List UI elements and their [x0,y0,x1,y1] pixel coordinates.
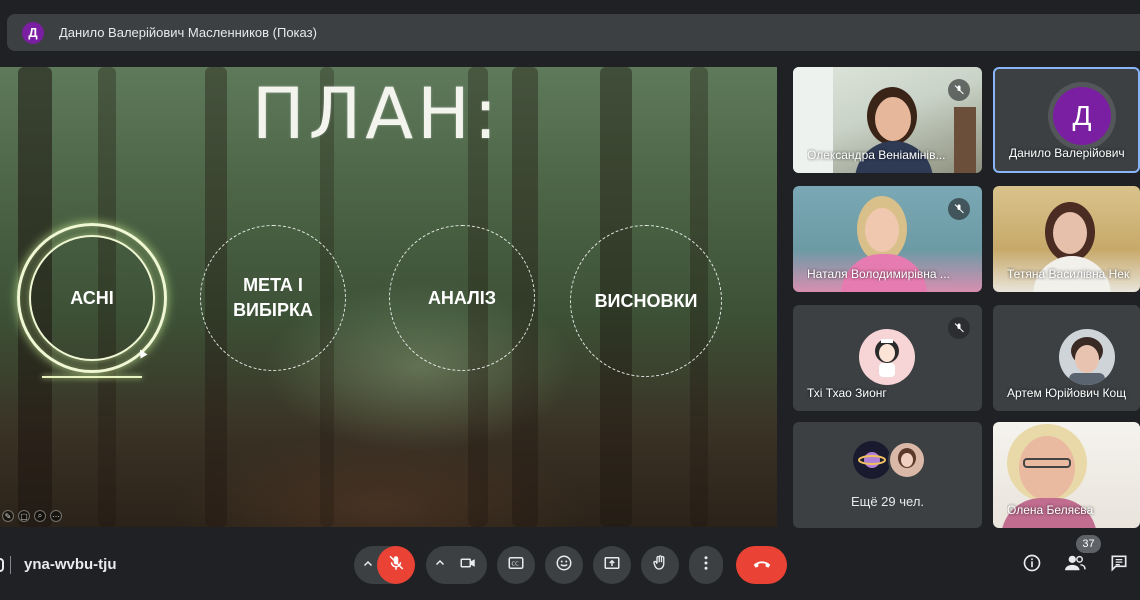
more-vert-icon [697,554,715,577]
svg-text:CC: CC [512,561,520,567]
presenter-avatar: Д [22,21,44,44]
chat-icon [1109,553,1129,578]
participant-name: Олександра Веніамінів... [807,148,946,162]
captions-icon: CC [507,554,525,577]
mic-off-icon [948,79,970,101]
chevron-up-icon [362,558,374,573]
presenter-banner: Д Данило Валерійович Масленников (Показ) [7,14,1140,51]
active-underline [42,376,142,378]
participant-name: Олена Беляєва [1007,503,1094,517]
participant-name: Тхі Тхао Зионг [807,386,887,400]
hand-icon [651,554,669,577]
raise-hand-button[interactable] [641,546,679,584]
mic-off-icon [387,554,405,577]
emoji-icon [555,554,573,577]
participant-avatar [859,329,915,385]
divider [10,556,11,574]
mic-toggle-button[interactable] [377,546,415,584]
participant-name: Тетяна Василівна Нек [1007,267,1130,281]
meeting-info-button[interactable] [1013,546,1051,584]
meeting-code: yna-wvbu-tju [24,556,117,573]
participant-avatar [853,441,891,479]
meeting-details-icon [0,558,4,572]
present-screen-button[interactable] [593,546,631,584]
camera-toggle-button[interactable] [449,546,487,584]
presenter-title: Данило Валерійович Масленников (Показ) [59,25,317,40]
participant-name: Артем Юрійович Кощ [1007,386,1127,400]
participant-tile[interactable]: Тетяна Василівна Нек [993,186,1140,292]
participant-name: Наталя Володимирівна ... [807,267,950,281]
plan-item-label: МЕТА І ВИБІРКА [233,275,313,320]
slide-title: ПЛАН: [252,73,502,155]
more-options-button[interactable] [689,546,723,584]
zoom-icon[interactable]: ⌕ [34,510,46,522]
mic-off-icon [948,317,970,339]
participant-tile[interactable]: Наталя Володимирівна ... [793,186,982,292]
captions-button[interactable]: CC [497,546,535,584]
participant-tile-active[interactable]: Д Данило Валерійович [993,67,1140,173]
participant-tile[interactable]: Тхі Тхао Зионг [793,305,982,411]
leave-call-button[interactable] [736,546,787,584]
participant-tile[interactable]: Артем Юрійович Кощ [993,305,1140,411]
plan-item-meta: МЕТА І ВИБІРКА [200,225,346,371]
participant-tile[interactable]: Олена Беляєва [993,422,1140,528]
chat-button[interactable] [1100,546,1138,584]
people-button[interactable] [1056,546,1094,584]
plan-item-label: АНАЛІЗ [427,287,497,308]
plan-item-vysnovky: ВИСНОВКИ [570,225,722,377]
participant-tile[interactable]: Олександра Веніамінів... [793,67,982,173]
shared-screen: ПЛАН: АСНІ МЕТА І ВИБІРКА АНАЛІЗ ВИСНОВК… [0,67,777,527]
chevron-up-icon [434,556,446,574]
plan-item-label: АСНІ [70,287,114,308]
hang-up-icon [751,552,773,579]
plan-item-label: ВИСНОВКИ [594,290,698,311]
participant-name: Данило Валерійович [1009,146,1125,160]
mic-off-icon [948,198,970,220]
more-participants-tile[interactable]: Ещё 29 чел. [793,422,982,528]
people-icon [1064,553,1086,578]
present-icon [603,554,621,577]
participant-avatar [888,441,926,479]
participant-avatar: Д [1053,87,1111,145]
slide-mini-toolbar: ✎ ▢ ⌕ ⋯ [2,510,62,522]
slides-icon[interactable]: ▢ [18,510,30,522]
more-participants-label: Ещё 29 чел. [850,494,925,509]
plan-item-analiz: АНАЛІЗ [389,225,535,371]
pen-icon[interactable]: ✎ [2,510,14,522]
more-icon[interactable]: ⋯ [50,510,62,522]
camera-icon [459,554,477,577]
info-icon [1022,553,1042,578]
reactions-button[interactable] [545,546,583,584]
participant-avatar [1059,329,1115,385]
